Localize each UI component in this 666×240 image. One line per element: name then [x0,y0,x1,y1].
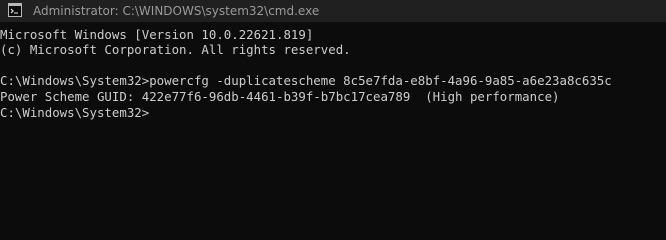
console-line: Power Scheme GUID: 422e77f6-96db-4461-b3… [0,89,560,104]
console-line: (c) Microsoft Corporation. All rights re… [0,42,351,57]
cmd-icon [8,3,22,17]
title-bar[interactable]: Administrator: C:\WINDOWS\system32\cmd.e… [0,0,666,22]
console-line: Microsoft Windows [Version 10.0.22621.81… [0,27,314,42]
cmd-icon-graphic [8,3,22,17]
window-title: Administrator: C:\WINDOWS\system32\cmd.e… [33,4,320,18]
console-output[interactable]: Microsoft Windows [Version 10.0.22621.81… [0,22,666,225]
console-line: C:\Windows\System32> [0,105,150,120]
console-line: C:\Windows\System32>powercfg -duplicates… [0,73,612,88]
cmd-window: Administrator: C:\WINDOWS\system32\cmd.e… [0,0,666,225]
